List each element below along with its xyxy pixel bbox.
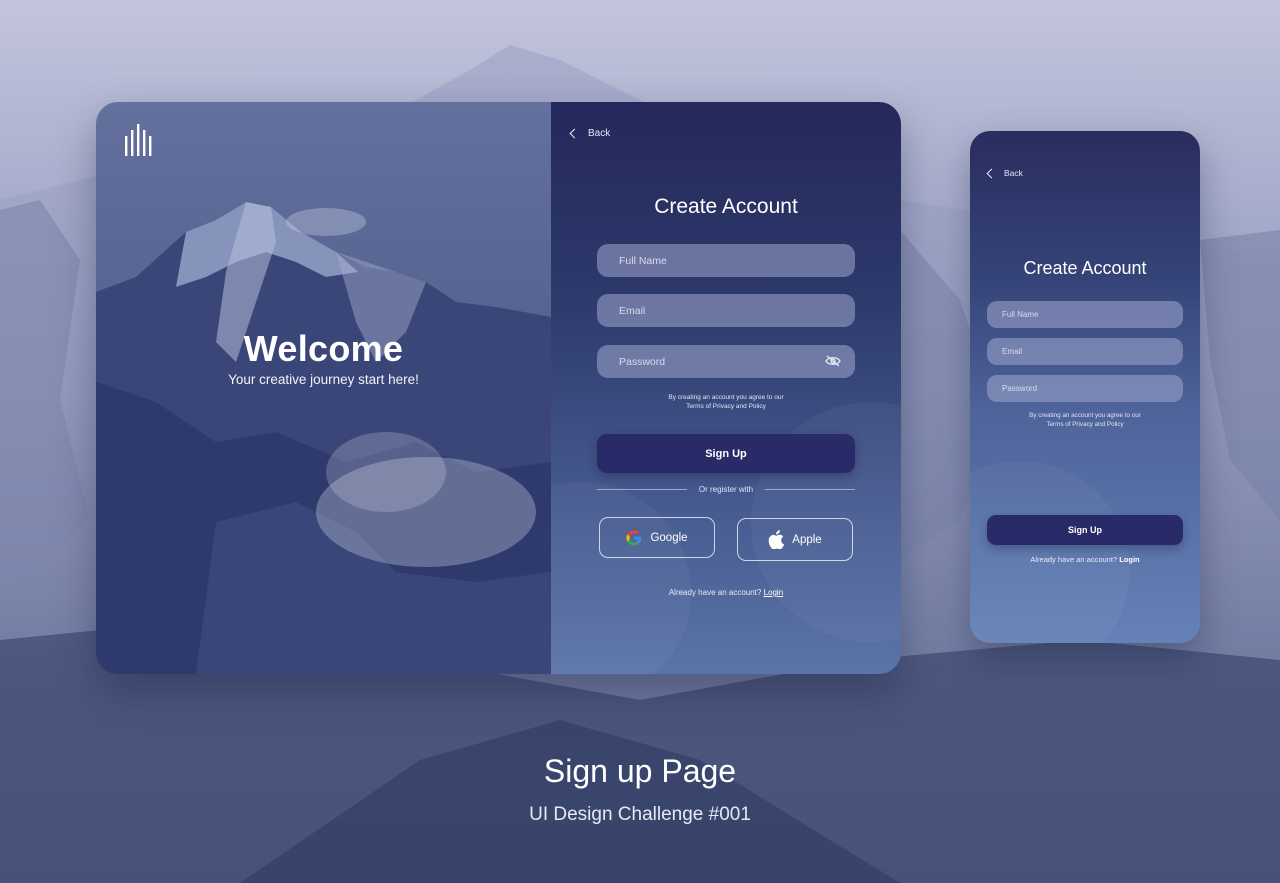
sign-up-button[interactable]: Sign Up <box>597 434 855 473</box>
terms-link[interactable]: Terms of Privacy and Policy <box>970 421 1200 430</box>
login-link[interactable]: Login <box>764 588 784 597</box>
back-label: Back <box>1004 168 1023 178</box>
apple-icon <box>768 530 785 549</box>
terms-text: By creating an account you agree to our … <box>551 394 901 412</box>
eye-off-icon[interactable] <box>825 355 841 367</box>
back-button[interactable]: Back <box>986 168 1023 178</box>
welcome-title: Welcome <box>243 328 404 369</box>
google-signup-button[interactable]: Google <box>599 517 715 558</box>
back-button[interactable]: Back <box>569 128 610 139</box>
mobile-signup-card: Back Create Account By creating an accou… <box>970 131 1200 643</box>
building-bars-icon <box>125 124 152 156</box>
hero-panel: Welcome Your creative journey start here… <box>96 102 551 674</box>
login-link[interactable]: Login <box>1119 555 1139 564</box>
login-prompt-text: Already have an account? <box>668 588 762 597</box>
back-label: Back <box>588 128 611 139</box>
apple-label: Apple <box>792 533 822 546</box>
divider-label: Or register with <box>698 485 754 494</box>
login-prompt: Already have an account? Login <box>551 588 901 597</box>
hero-mountain-image <box>96 202 551 674</box>
google-label: Google <box>650 531 688 544</box>
password-input[interactable] <box>987 375 1183 402</box>
panel-glow <box>970 461 1130 643</box>
email-input[interactable] <box>987 338 1183 365</box>
divider-line <box>765 489 856 490</box>
password-input[interactable] <box>597 345 855 378</box>
sign-up-button[interactable]: Sign Up <box>987 515 1183 545</box>
caption-title: Sign up Page <box>543 753 737 789</box>
welcome-subtitle: Your creative journey start here! <box>228 372 419 387</box>
chevron-left-icon <box>569 128 580 139</box>
email-input[interactable] <box>597 294 855 327</box>
signup-form-panel: Back Create Account By creating an accou… <box>551 102 901 674</box>
terms-line: By creating an account you agree to our <box>1029 412 1141 419</box>
terms-line: By creating an account you agree to our <box>668 394 784 401</box>
full-name-input[interactable] <box>987 301 1183 328</box>
google-icon <box>626 530 642 545</box>
caption-subtitle: UI Design Challenge #001 <box>529 804 751 825</box>
desktop-signup-card: Welcome Your creative journey start here… <box>96 102 901 674</box>
create-account-title: Create Account <box>654 195 798 218</box>
apple-signup-button[interactable]: Apple <box>737 518 853 561</box>
login-prompt: Already have an account? Login <box>970 555 1200 564</box>
full-name-input[interactable] <box>597 244 855 277</box>
terms-text: By creating an account you agree to our … <box>970 412 1200 429</box>
panel-glow <box>551 482 691 674</box>
login-prompt-text: Already have an account? <box>1030 555 1118 564</box>
chevron-left-icon <box>986 168 997 178</box>
divider-line <box>597 489 687 490</box>
or-register-divider: Or register with <box>597 485 856 494</box>
create-account-title: Create Account <box>1023 258 1147 278</box>
terms-link[interactable]: Terms of Privacy and Policy <box>551 403 901 412</box>
